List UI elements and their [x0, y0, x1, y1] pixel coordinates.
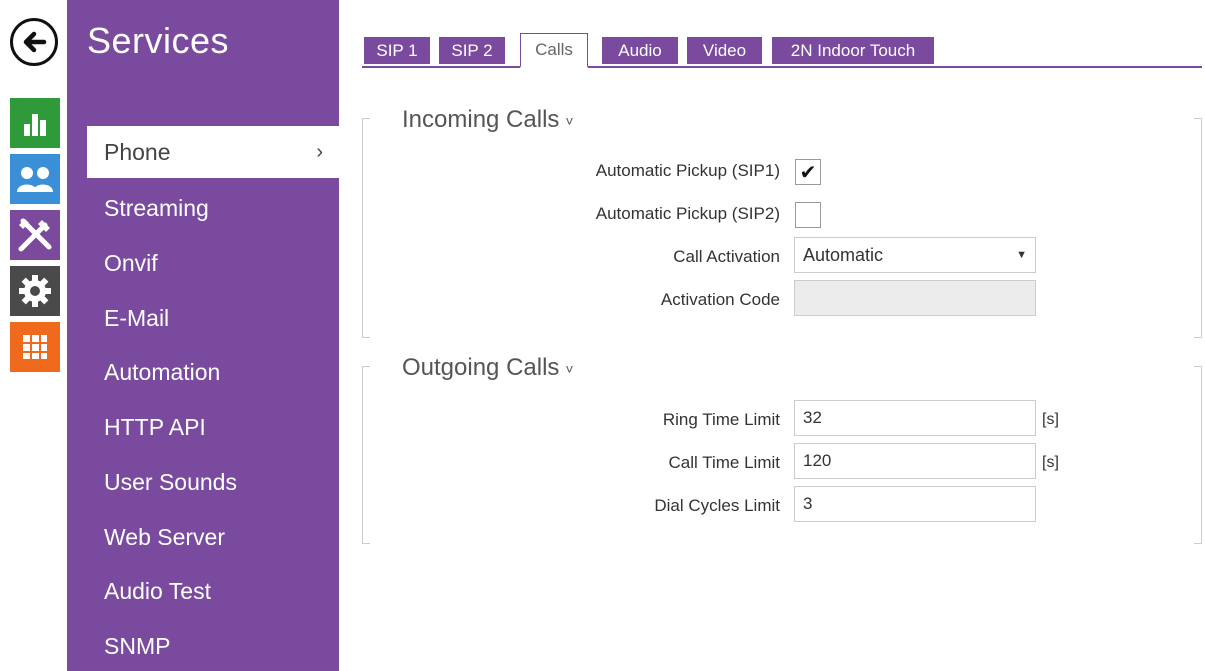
- dial-cycles-limit-label: Dial Cycles Limit: [654, 496, 780, 515]
- status-nav-button[interactable]: [10, 98, 60, 148]
- tab-sip1[interactable]: SIP 1: [364, 37, 430, 64]
- sidebar-item-label: Phone: [104, 138, 171, 165]
- tab-audio[interactable]: Audio: [602, 37, 678, 64]
- incoming-calls-section: Incoming Calls ˅ Automatic Pickup (SIP1) …: [362, 100, 1202, 340]
- call-activation-value: Automatic: [803, 244, 884, 265]
- tab-video[interactable]: Video: [687, 37, 762, 64]
- sidebar-item-label: SNMP: [104, 632, 171, 659]
- auto-pickup-sip1-checkbox[interactable]: ✔: [795, 159, 821, 185]
- sidebar-item-streaming[interactable]: Streaming: [87, 182, 339, 234]
- sidebar-item-audio-test[interactable]: Audio Test: [87, 565, 339, 617]
- chevron-down-icon: ˅: [565, 112, 574, 129]
- fieldset-border-right: [1194, 366, 1202, 544]
- arrow-left-icon: [23, 31, 47, 53]
- activation-code-label: Activation Code: [660, 290, 780, 309]
- sidebar-item-label: Web Server: [104, 523, 226, 550]
- gear-icon: [19, 275, 51, 307]
- tab-2n-indoor-touch[interactable]: 2N Indoor Touch: [772, 37, 934, 64]
- auto-pickup-sip1-label: Automatic Pickup (SIP1): [595, 161, 780, 180]
- dial-cycles-limit-input[interactable]: 3: [794, 486, 1036, 522]
- tab-sip2[interactable]: SIP 2: [439, 37, 505, 64]
- auto-pickup-sip2-label: Automatic Pickup (SIP2): [595, 204, 780, 223]
- sidebar-item-label: HTTP API: [104, 413, 206, 440]
- sidebar-item-label: User Sounds: [104, 468, 237, 495]
- chevron-down-icon: ˅: [565, 360, 574, 377]
- fieldset-border-left: [362, 118, 370, 338]
- hardware-nav-button[interactable]: [10, 210, 60, 260]
- sidebar-item-automation[interactable]: Automation: [87, 346, 339, 398]
- directory-nav-button[interactable]: [10, 154, 60, 204]
- ring-time-limit-label: Ring Time Limit: [662, 410, 780, 429]
- sidebar-item-label: Automation: [104, 358, 221, 385]
- icon-rail: [0, 0, 67, 671]
- sidebar-item-user-sounds[interactable]: User Sounds: [87, 456, 339, 508]
- sidebar-item-label: E-Mail: [104, 304, 170, 331]
- ring-time-limit-input[interactable]: 32: [794, 400, 1036, 436]
- activation-code-field: [794, 280, 1036, 316]
- bar-chart-icon: [24, 114, 46, 136]
- tab-bar: SIP 1 SIP 2 Calls Audio Video 2N Indoor …: [362, 33, 1202, 68]
- chevron-right-icon: ›: [316, 140, 323, 163]
- call-activation-label: Call Activation: [673, 247, 780, 266]
- tab-calls[interactable]: Calls: [520, 33, 588, 68]
- outgoing-calls-section: Outgoing Calls ˅ Ring Time Limit 32 [s] C…: [362, 348, 1202, 548]
- sidebar: Services Phone › Streaming Onvif E-Mail …: [67, 0, 339, 671]
- system-nav-button[interactable]: [10, 266, 60, 316]
- auto-pickup-sip2-checkbox[interactable]: [795, 202, 821, 228]
- tools-icon: [18, 218, 52, 252]
- checkmark-icon: ✔: [799, 161, 817, 184]
- ring-time-unit: [s]: [1042, 411, 1059, 428]
- back-button[interactable]: [10, 18, 58, 66]
- sidebar-item-label: Onvif: [104, 249, 158, 276]
- sidebar-item-label: Streaming: [104, 194, 209, 221]
- sidebar-item-onvif[interactable]: Onvif: [87, 237, 339, 289]
- section-title-text: Incoming Calls: [402, 106, 560, 133]
- users-icon: [17, 167, 53, 192]
- section-title-text: Outgoing Calls: [402, 354, 560, 381]
- fieldset-border-left: [362, 366, 370, 544]
- fieldset-border-right: [1194, 118, 1202, 338]
- call-time-limit-input[interactable]: 120: [794, 443, 1036, 479]
- call-time-unit: [s]: [1042, 454, 1059, 471]
- call-time-limit-label: Call Time Limit: [668, 453, 780, 472]
- sidebar-title: Services: [87, 20, 230, 61]
- outgoing-calls-title[interactable]: Outgoing Calls ˅: [402, 354, 574, 382]
- sidebar-item-email[interactable]: E-Mail: [87, 292, 339, 344]
- sidebar-item-snmp[interactable]: SNMP: [87, 620, 339, 671]
- sidebar-item-http-api[interactable]: HTTP API: [87, 401, 339, 453]
- services-nav-button[interactable]: [10, 322, 60, 372]
- sidebar-item-phone[interactable]: Phone ›: [87, 126, 339, 178]
- dropdown-arrow-icon: ▼: [1016, 249, 1027, 261]
- incoming-calls-title[interactable]: Incoming Calls ˅: [402, 106, 574, 134]
- sidebar-item-label: Audio Test: [104, 577, 211, 604]
- call-activation-select[interactable]: Automatic ▼: [794, 237, 1036, 273]
- grid-icon: [23, 335, 47, 359]
- sidebar-item-web-server[interactable]: Web Server: [87, 511, 339, 563]
